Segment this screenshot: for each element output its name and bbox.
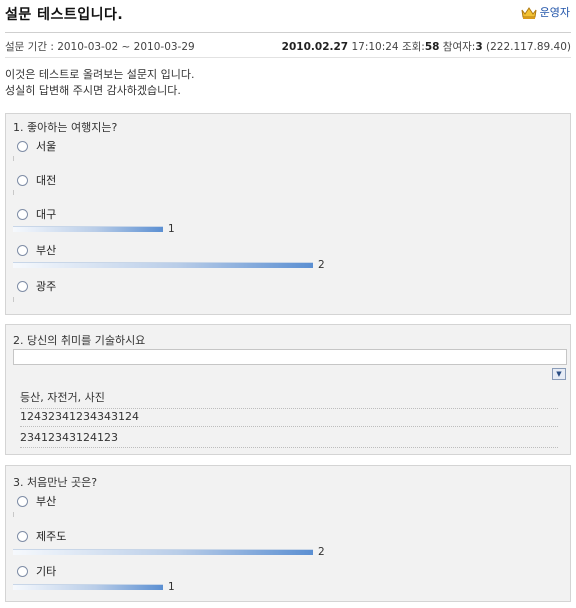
radio-icon[interactable] — [17, 565, 28, 577]
description-line: 이것은 테스트로 올려보는 설문지 입니다. — [5, 68, 195, 81]
hobby-input[interactable] — [13, 349, 567, 365]
option-busan[interactable]: 부산 — [17, 242, 56, 258]
question-3-label: 3. 처음만난 곳은? — [13, 476, 98, 489]
participants-label: 참여자: — [442, 41, 476, 53]
question-1-label: 1. 좋아하는 여행지는? — [13, 121, 118, 134]
radio-icon[interactable] — [17, 244, 28, 256]
question-3-box: 3. 처음만난 곳은? 부산 제주도 2 기타 1 — [5, 465, 571, 602]
option-busan[interactable]: 부산 — [17, 493, 56, 509]
result-bar — [13, 190, 14, 195]
chevron-down-icon[interactable]: ▼ — [552, 368, 566, 380]
author-link[interactable]: 운영자 — [521, 4, 570, 20]
post-time: 17:10:24 — [351, 41, 399, 53]
answer-item: 12432341234343124 — [20, 410, 558, 427]
option-label: 부산 — [36, 244, 57, 257]
description-line: 성실히 답변해 주시면 감사하겠습니다. — [5, 84, 181, 97]
option-label: 서울 — [36, 140, 57, 153]
option-label: 대구 — [36, 208, 57, 221]
author-name: 운영자 — [539, 6, 570, 19]
question-2-box: 2. 당신의 취미를 기술하시요 ▼ 등산, 자전거, 사진 124323412… — [5, 324, 571, 455]
option-label: 광주 — [36, 280, 57, 293]
radio-icon[interactable] — [17, 495, 28, 507]
survey-description: 이것은 테스트로 올려보는 설문지 입니다. 성실히 답변해 주시면 감사하겠습… — [5, 67, 195, 99]
result-bar — [13, 549, 313, 555]
survey-title: 설문 테스트입니다. — [5, 7, 124, 23]
radio-icon[interactable] — [17, 174, 28, 186]
result-count: 1 — [168, 581, 175, 593]
author-ip: (222.117.89.40) — [485, 41, 571, 53]
option-label: 제주도 — [36, 530, 67, 543]
views-count: 58 — [424, 41, 440, 53]
participants-count: 3 — [475, 41, 483, 53]
result-count: 2 — [318, 546, 325, 558]
question-1-box: 1. 좋아하는 여행지는? 서울 대전 대구 1 부산 2 광주 — [5, 113, 571, 315]
survey-period: 설문 기간 : 2010-03-02 ~ 2010-03-29 — [5, 41, 195, 53]
option-jeju[interactable]: 제주도 — [17, 528, 66, 544]
divider — [5, 57, 571, 58]
radio-icon[interactable] — [17, 280, 28, 292]
result-bar — [13, 512, 14, 517]
crown-icon — [521, 6, 537, 19]
option-label: 부산 — [36, 495, 57, 508]
option-label: 기타 — [36, 565, 57, 578]
option-label: 대전 — [36, 174, 57, 187]
result-bar — [13, 226, 163, 232]
result-bar — [13, 584, 163, 590]
result-bar — [13, 156, 14, 161]
radio-icon[interactable] — [17, 208, 28, 220]
answer-item: 등산, 자전거, 사진 — [20, 389, 558, 409]
answer-item: 23412343124123 — [20, 431, 558, 448]
option-daejeon[interactable]: 대전 — [17, 172, 56, 188]
option-other[interactable]: 기타 — [17, 563, 56, 579]
result-bar — [13, 262, 313, 268]
radio-icon[interactable] — [17, 530, 28, 542]
post-date: 2010.02.27 — [281, 41, 349, 53]
result-count: 1 — [168, 223, 175, 235]
result-bar — [13, 297, 14, 302]
survey-info: 2010.02.27 17:10:24 조회:58 참여자:3 (222.117… — [282, 39, 571, 54]
views-label: 조회: — [401, 41, 425, 53]
radio-icon[interactable] — [17, 140, 28, 152]
divider — [5, 32, 571, 33]
option-gwangju[interactable]: 광주 — [17, 278, 56, 294]
question-2-label: 2. 당신의 취미를 기술하시요 — [13, 334, 146, 347]
option-daegu[interactable]: 대구 — [17, 206, 56, 222]
option-seoul[interactable]: 서울 — [17, 138, 56, 154]
result-count: 2 — [318, 259, 325, 271]
